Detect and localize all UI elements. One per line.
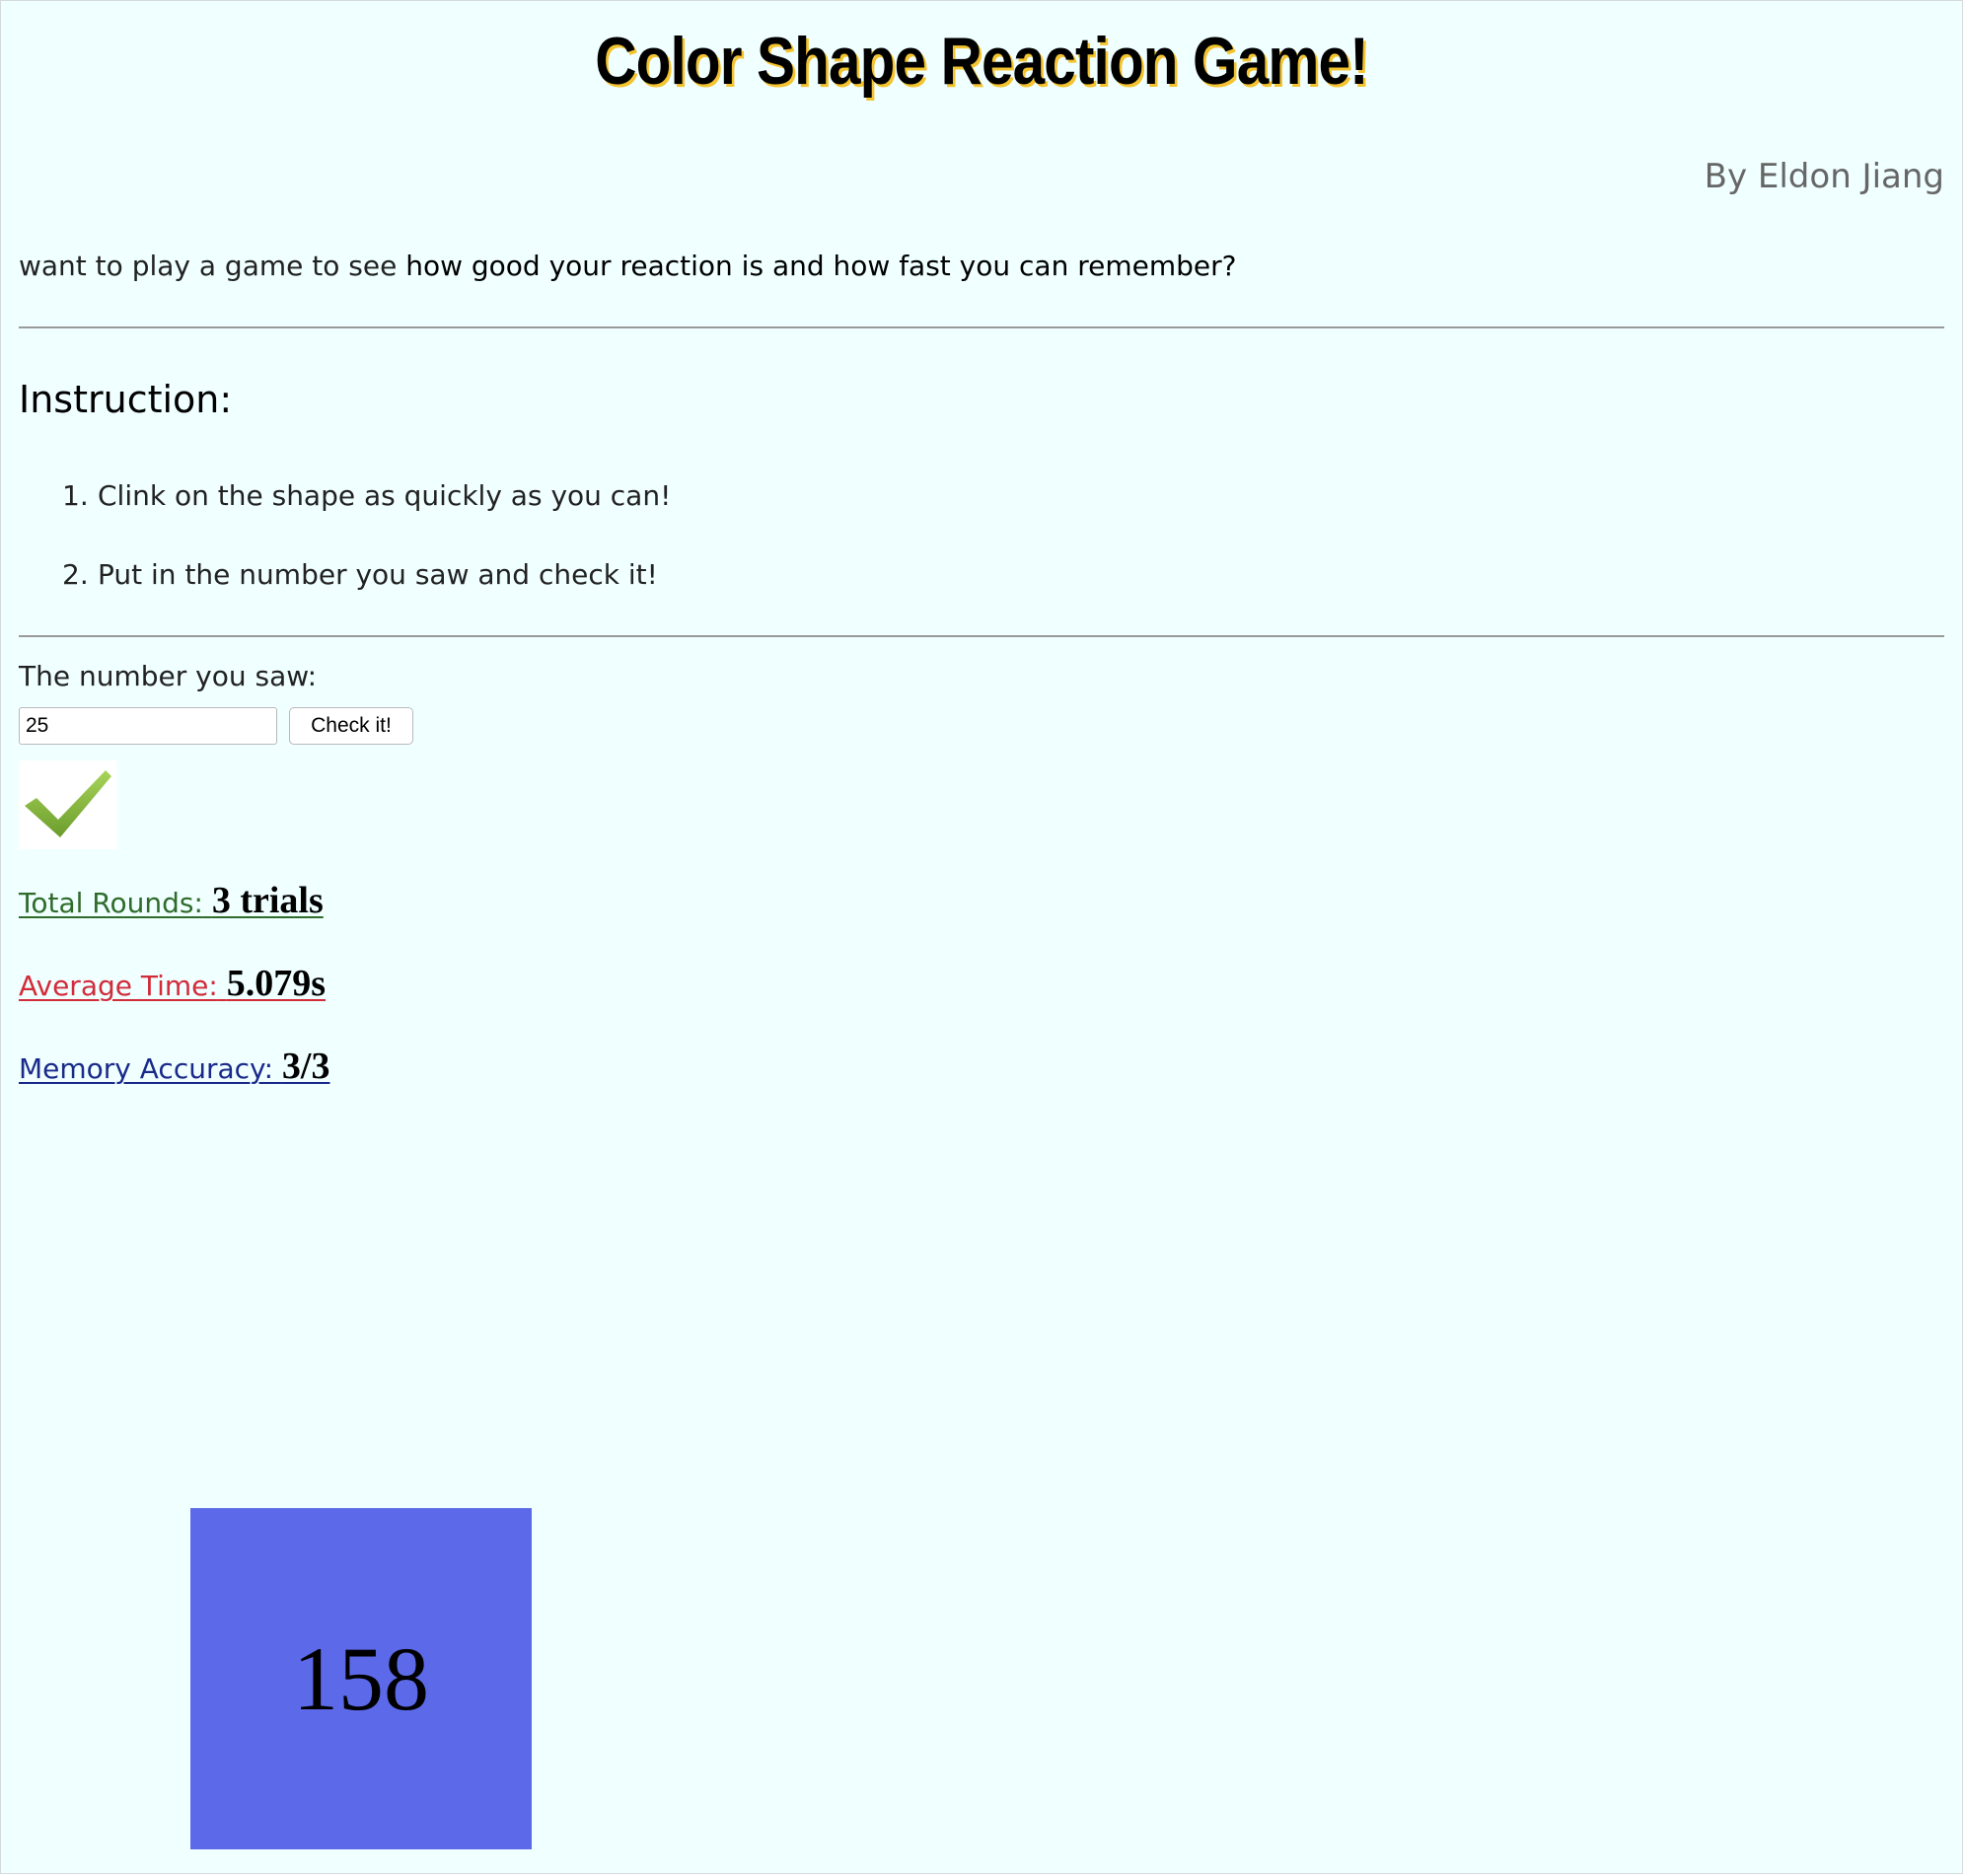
checkmark-icon — [19, 760, 117, 849]
instruction-text: Put in the number you saw and check it! — [98, 558, 658, 591]
game-page: Color Shape Reaction Game! By Eldon Jian… — [0, 0, 1963, 1874]
total-rounds-value: 3 trials — [211, 880, 324, 921]
instruction-number: 1. — [62, 479, 89, 512]
instruction-text: Clink on the shape as quickly as you can… — [98, 479, 672, 512]
average-time-label: Average Time: — [19, 970, 218, 1002]
instruction-item: 1. Clink on the shape as quickly as you c… — [62, 479, 671, 558]
intro-lead: want to play a game to see — [19, 250, 406, 282]
check-button[interactable]: Check it! — [289, 707, 413, 745]
memory-accuracy-stat: Memory Accuracy: 3/3 — [19, 1045, 329, 1088]
instruction-number: 2. — [62, 558, 89, 591]
number-input-label: The number you saw: — [19, 660, 318, 692]
instruction-item: 2. Put in the number you saw and check it… — [62, 558, 671, 637]
average-time-stat: Average Time: 5.079s — [19, 962, 326, 1005]
memory-accuracy-value: 3/3 — [281, 1046, 330, 1087]
page-title: Color Shape Reaction Game! — [595, 24, 1368, 99]
average-time-value: 5.079s — [226, 963, 327, 1004]
total-rounds-label: Total Rounds: — [19, 887, 203, 919]
intro-emphasis: how good your reaction is and how fast y… — [405, 250, 1237, 282]
target-shape[interactable]: 158 — [190, 1508, 532, 1849]
total-rounds-stat: Total Rounds: 3 trials — [19, 879, 324, 922]
author-byline: By Eldon Jiang — [1704, 157, 1944, 196]
divider-top — [19, 326, 1944, 328]
number-input[interactable] — [19, 707, 277, 745]
intro-text: want to play a game to see how good your… — [19, 250, 1237, 282]
shape-number: 158 — [293, 1628, 429, 1729]
divider-bottom — [19, 635, 1944, 637]
instruction-heading: Instruction: — [19, 378, 233, 421]
memory-accuracy-label: Memory Accuracy: — [19, 1052, 274, 1085]
instruction-list: 1. Clink on the shape as quickly as you c… — [62, 479, 671, 637]
